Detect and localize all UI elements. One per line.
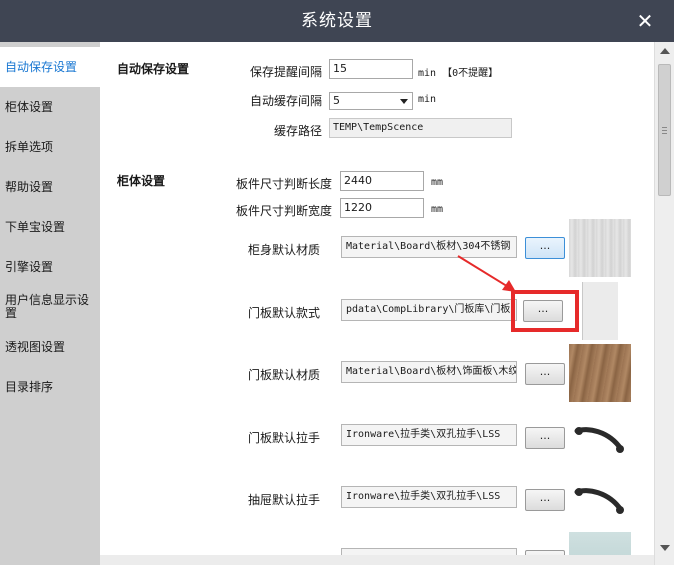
drawer-handle-label: 抽屉默认拉手 [247, 493, 320, 507]
reminder-interval-label: 保存提醒间隔 [249, 65, 322, 79]
door-material-browse-button[interactable]: ... [525, 363, 565, 385]
reminder-interval-input[interactable]: 15 [329, 59, 413, 79]
cache-interval-label: 自动缓存间隔 [249, 94, 322, 108]
close-icon[interactable]: ✕ [634, 10, 656, 32]
drawer-handle-path[interactable]: Ironware\拉手类\双孔拉手\LSS [341, 486, 517, 508]
door-handle-browse-button[interactable]: ... [525, 427, 565, 449]
annotation-arrow-icon [457, 255, 516, 292]
door-style-path[interactable]: pdata\CompLibrary\门板库\门板 [341, 299, 517, 321]
grip-line [662, 133, 667, 134]
sidebar-item-cabinet[interactable]: 柜体设置 [0, 87, 100, 127]
body-material-swatch [569, 219, 631, 277]
door-handle-label: 门板默认拉手 [247, 431, 320, 445]
door-style-label: 门板默认款式 [247, 306, 320, 320]
partial-row-path[interactable] [341, 548, 517, 555]
sidebar-item-engine[interactable]: 引擎设置 [0, 247, 100, 287]
cache-interval-value: 5 [333, 94, 340, 107]
drawer-handle-swatch [569, 470, 631, 528]
door-handle-path[interactable]: Ironware\拉手类\双孔拉手\LSS [341, 424, 517, 446]
sidebar-item-split-options[interactable]: 拆单选项 [0, 127, 100, 167]
title-bar: 系统设置 ✕ [0, 0, 674, 42]
door-material-swatch [569, 344, 631, 402]
sidebar-item-order[interactable]: 下单宝设置 [0, 207, 100, 247]
cabinet-section-title: 柜体设置 [117, 174, 166, 188]
scroll-down-icon[interactable] [660, 545, 670, 551]
sidebar-item-help[interactable]: 帮助设置 [0, 167, 100, 207]
settings-panel: 自动保存设置 保存提醒间隔 15 min 【0不提醒】 自动缓存间隔 5 min… [100, 42, 654, 555]
sidebar-item-catalog-sort[interactable]: 目录排序 [0, 367, 100, 407]
board-length-unit: mm [431, 177, 444, 188]
board-width-label: 板件尺寸判断宽度 [235, 204, 332, 218]
sidebar-item-perspective[interactable]: 透视图设置 [0, 327, 100, 367]
handle-icon [574, 488, 624, 514]
chevron-down-icon [400, 99, 408, 104]
autosave-section-title: 自动保存设置 [117, 62, 190, 76]
handle-icon [574, 427, 624, 453]
body-material-label: 柜身默认材质 [247, 243, 320, 257]
board-width-unit: mm [431, 204, 444, 215]
sidebar-item-user-info[interactable]: 用户信息显示设置 [0, 287, 96, 327]
board-length-input[interactable]: 2440 [340, 171, 424, 191]
grip-line [662, 127, 667, 128]
sidebar-item-autosave[interactable]: 自动保存设置 [0, 47, 100, 87]
door-material-path[interactable]: Material\Board\板材\饰面板\木纹 [341, 361, 517, 383]
board-length-label: 板件尺寸判断长度 [235, 177, 332, 191]
cache-interval-unit: min [418, 94, 437, 105]
door-material-label: 门板默认材质 [247, 368, 320, 382]
cache-path-field[interactable]: TEMP\TempScence [329, 118, 512, 138]
vertical-scrollbar[interactable] [654, 42, 674, 565]
horizontal-scroll-track [100, 555, 654, 565]
sidebar: 自动保存设置 柜体设置 拆单选项 帮助设置 下单宝设置 引擎设置 用户信息显示设… [0, 42, 100, 565]
partial-row-swatch [569, 532, 631, 555]
grip-line [662, 130, 667, 131]
board-width-input[interactable]: 1220 [340, 198, 424, 218]
cache-path-label: 缓存路径 [273, 124, 322, 138]
scroll-up-icon[interactable] [660, 48, 670, 54]
body-material-browse-button[interactable]: ... [525, 237, 565, 259]
scrollbar-thumb[interactable] [658, 64, 671, 196]
reminder-interval-unit: min 【0不提醒】 [418, 68, 499, 79]
window-title: 系统设置 [301, 11, 373, 31]
door-handle-swatch [569, 409, 631, 467]
cache-interval-select[interactable]: 5 [329, 92, 413, 110]
door-style-swatch [582, 282, 618, 340]
drawer-handle-browse-button[interactable]: ... [525, 489, 565, 511]
